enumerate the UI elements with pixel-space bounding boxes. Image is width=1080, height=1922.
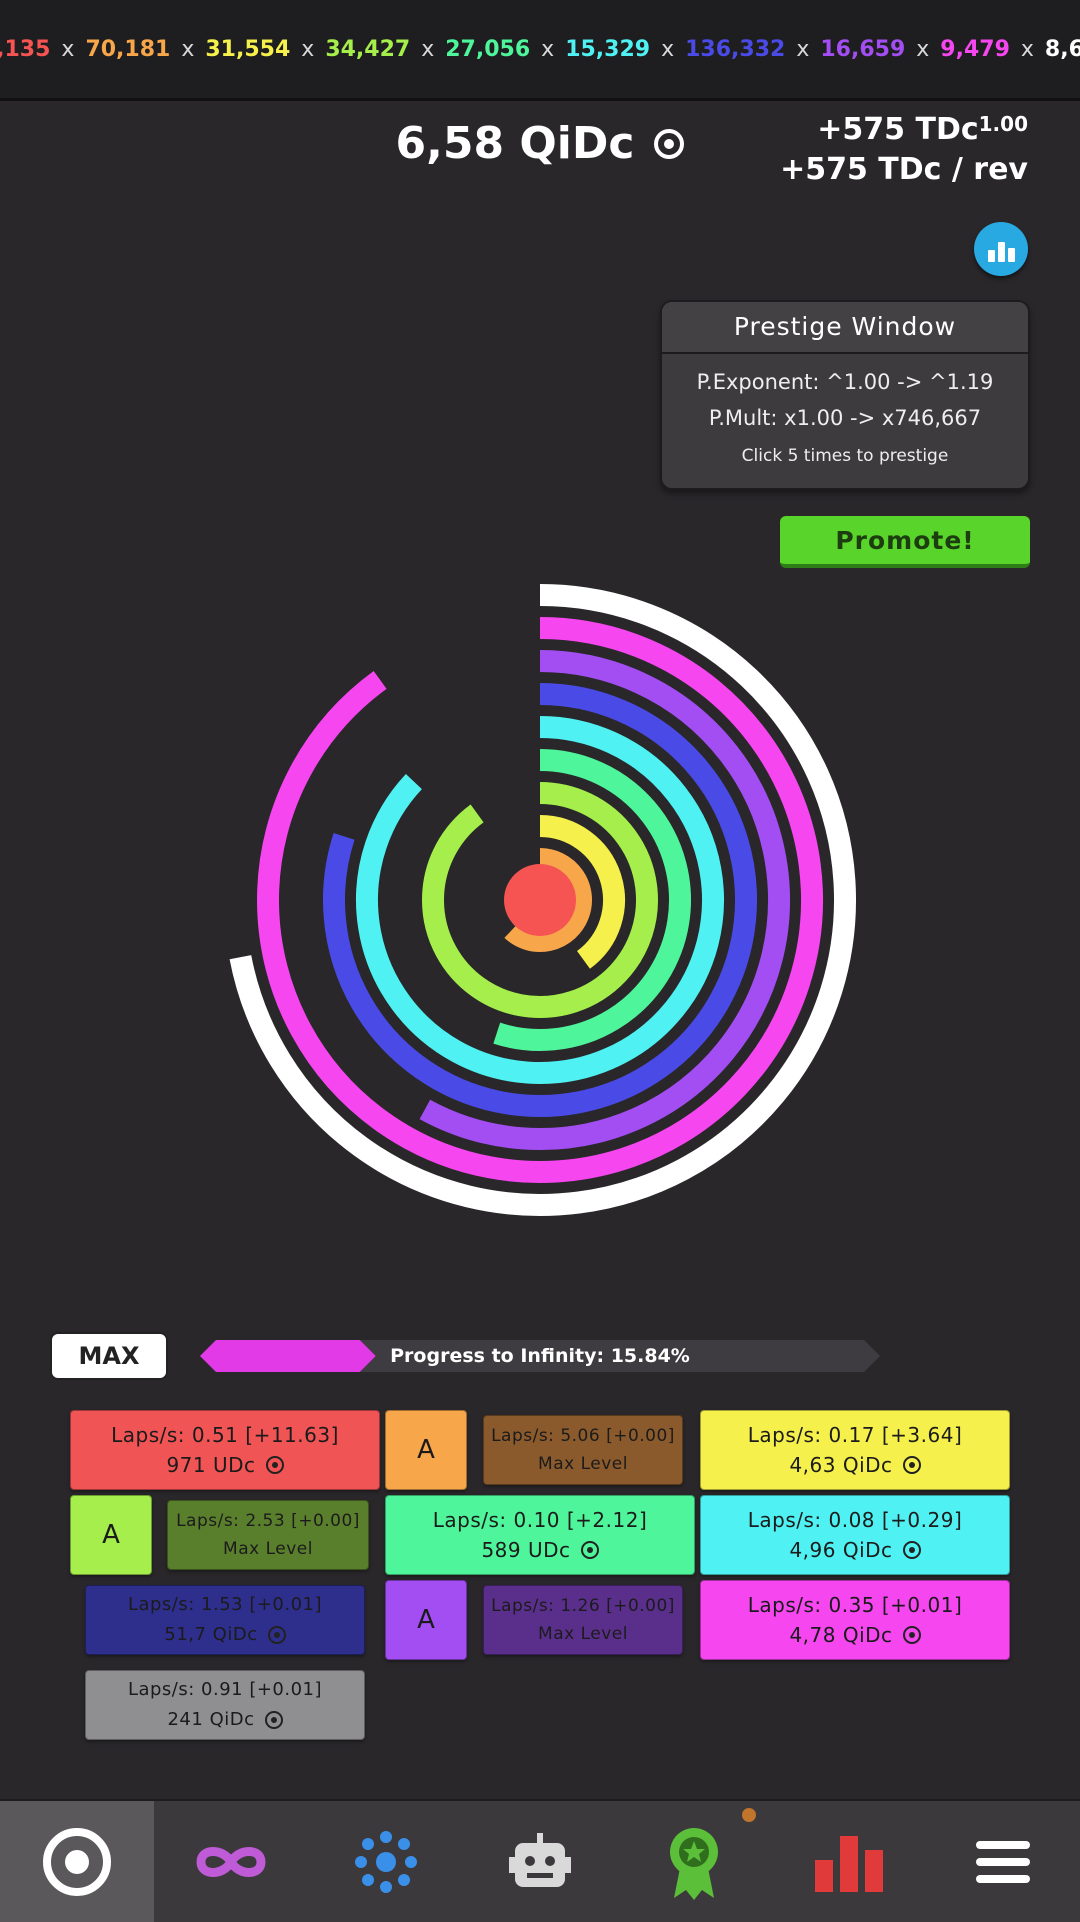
generator-purple[interactable]: Laps/s: 1.26 [+0.00] Max Level: [483, 1585, 683, 1655]
multiplier-separator: x: [1020, 36, 1034, 62]
coin-icon: [264, 1711, 283, 1729]
award-icon: [670, 1827, 719, 1900]
multiplier-separator: x: [181, 36, 195, 62]
auto-button-orange[interactable]: A: [385, 1410, 467, 1490]
laps-text: Laps/s: 0.91 [+0.01]: [127, 1679, 323, 1700]
nav-infinity[interactable]: [154, 1801, 308, 1922]
notification-dot: [742, 1808, 756, 1822]
multiplier-value: 98,135: [0, 36, 51, 62]
multiplier-bar: 98,135x 70,181x 31,554x 34,427x 27,056x …: [0, 0, 1080, 101]
auto-button-purple[interactable]: A: [385, 1580, 467, 1660]
nav-robot[interactable]: [463, 1801, 617, 1922]
multiplier-separator: x: [301, 36, 315, 62]
ring-arc-4: [356, 716, 724, 1084]
prestige-hint: Click 5 times to prestige: [741, 446, 949, 466]
multiplier-separator: x: [916, 36, 930, 62]
coin-icon: [267, 1626, 286, 1644]
coin-icon: [902, 1456, 921, 1474]
cost-text: Max Level: [538, 1454, 628, 1474]
multiplier-separator: x: [541, 36, 555, 62]
progress-label: Progress to Infinity: 15.84%: [390, 1345, 690, 1367]
multiplier-separator: x: [661, 36, 675, 62]
coin-icon: [654, 128, 685, 159]
dots-circle-icon: [354, 1830, 417, 1893]
multiplier-value: 27,056: [445, 36, 531, 62]
nav-stats[interactable]: [771, 1801, 925, 1922]
generator-magenta[interactable]: Laps/s: 0.35 [+0.01] 4,78 QiDc: [700, 1580, 1010, 1660]
coin-icon: [580, 1541, 599, 1559]
stats-button[interactable]: [974, 222, 1028, 276]
multiplier-value: 70,181: [85, 36, 171, 62]
laps-text: Laps/s: 0.51 [+11.63]: [111, 1423, 339, 1447]
cost-text: Max Level: [538, 1624, 628, 1644]
bar-chart-icon: [814, 1835, 883, 1892]
cost-text: 241 QiDc: [167, 1709, 255, 1730]
currency-amount: 6,58 QiDc: [395, 118, 635, 169]
generator-white[interactable]: Laps/s: 0.91 [+0.01] 241 QiDc: [85, 1670, 365, 1740]
multiplier-separator: x: [421, 36, 435, 62]
laps-text: Laps/s: 1.26 [+0.00]: [491, 1596, 675, 1616]
laps-text: Laps/s: 1.53 [+0.01]: [127, 1594, 323, 1615]
prestige-window: Prestige Window P.Exponent: ^1.00 -> ^1.…: [660, 300, 1030, 490]
infinity-progress-bar: Progress to Infinity: 15.84%: [200, 1340, 880, 1372]
income-exponent: 1.00: [978, 112, 1028, 136]
laps-text: Laps/s: 0.10 [+2.12]: [432, 1508, 648, 1532]
bottom-nav: [0, 1799, 1080, 1922]
generator-lime[interactable]: Laps/s: 2.53 [+0.00] Max Level: [167, 1500, 369, 1570]
cost-text: 51,7 QiDc: [164, 1624, 258, 1645]
promote-button[interactable]: Promote!: [780, 516, 1030, 568]
infinity-icon: [196, 1846, 266, 1877]
laps-text: Laps/s: 0.35 [+0.01]: [747, 1593, 963, 1617]
prestige-title: Prestige Window: [662, 302, 1028, 354]
nav-home[interactable]: [0, 1801, 155, 1922]
cost-text: 589 UDc: [481, 1538, 571, 1562]
income-display: +575 TDc1.00 +575 TDc / rev: [780, 110, 1028, 190]
coin-icon: [902, 1626, 921, 1644]
cost-text: 971 UDc: [166, 1453, 256, 1477]
generator-yellow[interactable]: Laps/s: 0.17 [+3.64] 4,63 QiDc: [700, 1410, 1010, 1490]
cost-text: Max Level: [223, 1539, 313, 1559]
nav-dots[interactable]: [309, 1801, 463, 1922]
bar-chart-icon: [997, 242, 1005, 262]
target-icon: [43, 1827, 112, 1896]
coin-icon: [265, 1456, 284, 1474]
laps-text: Laps/s: 2.53 [+0.00]: [176, 1511, 360, 1531]
generator-green[interactable]: Laps/s: 0.10 [+2.12] 589 UDc: [385, 1495, 695, 1575]
multiplier-value: 8,605: [1044, 36, 1080, 62]
cost-text: 4,63 QiDc: [789, 1453, 893, 1477]
cost-text: 4,78 QiDc: [789, 1623, 893, 1647]
multiplier-value: 9,479: [940, 36, 1010, 62]
generator-orange[interactable]: Laps/s: 5.06 [+0.00] Max Level: [483, 1415, 683, 1485]
prestige-exponent: P.Exponent: ^1.00 -> ^1.19: [696, 370, 994, 394]
bar-chart-icon: [987, 250, 995, 262]
income-per-rev: +575 TDc / rev: [780, 152, 1028, 187]
generator-cyan[interactable]: Laps/s: 0.08 [+0.29] 4,96 QiDc: [700, 1495, 1010, 1575]
prestige-mult: P.Mult: x1.00 -> x746,667: [708, 406, 982, 430]
generator-blue[interactable]: Laps/s: 1.53 [+0.01] 51,7 QiDc: [85, 1585, 365, 1655]
hamburger-icon: [975, 1840, 1030, 1883]
auto-button-lime[interactable]: A: [70, 1495, 152, 1575]
multiplier-value: 16,659: [820, 36, 906, 62]
multiplier-value: 31,554: [205, 36, 291, 62]
multiplier-separator: x: [61, 36, 75, 62]
laps-text: Laps/s: 0.08 [+0.29]: [747, 1508, 963, 1532]
generator-red[interactable]: Laps/s: 0.51 [+11.63] 971 UDc: [70, 1410, 380, 1490]
income-per-tick: +575 TDc: [817, 112, 979, 147]
bar-chart-icon: [1007, 248, 1015, 262]
coin-icon: [902, 1541, 921, 1559]
cost-text: 4,96 QiDc: [789, 1538, 893, 1562]
nav-menu[interactable]: [926, 1801, 1080, 1922]
multiplier-value: 34,427: [325, 36, 411, 62]
laps-text: Laps/s: 0.17 [+3.64]: [747, 1423, 963, 1447]
robot-icon: [508, 1832, 571, 1887]
multiplier-separator: x: [796, 36, 810, 62]
ring-arc-1: [257, 617, 823, 1183]
multiplier-value: 136,332: [685, 36, 786, 62]
max-button[interactable]: MAX: [50, 1332, 168, 1380]
multiplier-value: 15,329: [565, 36, 651, 62]
laps-text: Laps/s: 5.06 [+0.00]: [491, 1426, 675, 1446]
ring-arc-8: [504, 848, 592, 952]
